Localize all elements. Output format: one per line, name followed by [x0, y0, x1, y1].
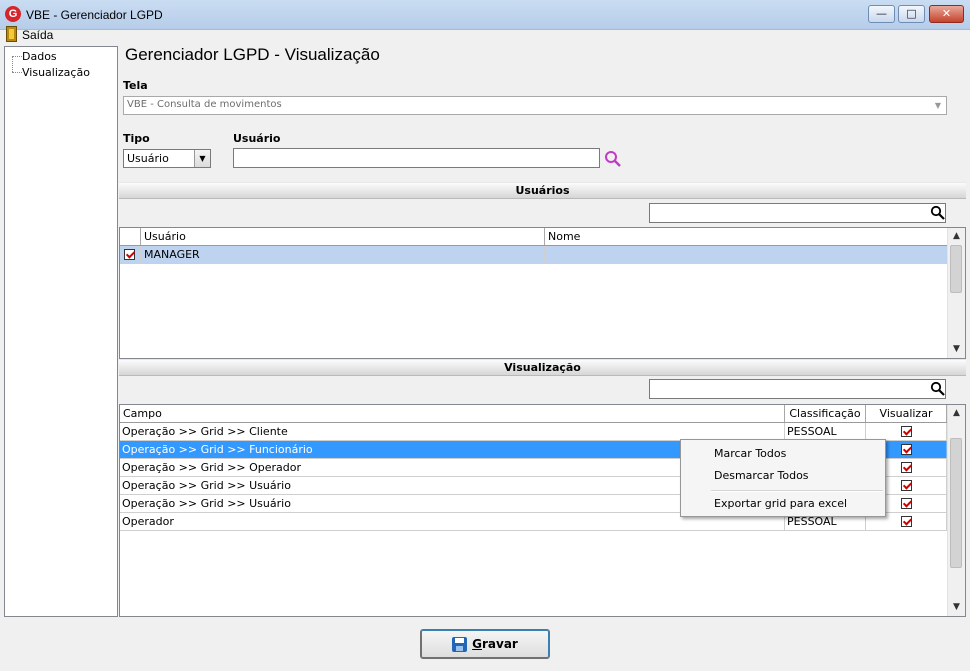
- row-select-cell[interactable]: [120, 246, 141, 263]
- view-section-header: Visualização: [119, 359, 966, 376]
- save-button-label: Gravar: [472, 637, 518, 651]
- checkbox-checked[interactable]: [901, 444, 912, 455]
- tree-connector: [12, 56, 22, 57]
- context-menu-separator: [711, 490, 883, 492]
- checkbox-checked[interactable]: [901, 426, 912, 437]
- exit-door-icon: [6, 26, 17, 42]
- checkbox-checked[interactable]: [901, 480, 912, 491]
- view-filter-input[interactable]: [649, 379, 946, 399]
- app-logo-icon: G: [5, 6, 21, 22]
- tipo-label: Tipo: [123, 132, 150, 145]
- visualizar-cell[interactable]: [866, 423, 947, 440]
- search-icon[interactable]: [930, 381, 946, 397]
- checkbox-checked[interactable]: [901, 516, 912, 527]
- chevron-down-icon[interactable]: ▼: [930, 97, 946, 114]
- tela-select-value: VBE - Consulta de movimentos: [127, 99, 282, 110]
- checkbox-checked[interactable]: [124, 249, 135, 260]
- minimize-button[interactable]: —: [868, 5, 895, 23]
- column-header-campo[interactable]: Campo: [120, 405, 785, 422]
- scroll-down-icon[interactable]: ▼: [948, 599, 965, 616]
- classificacao-cell: PESSOAL: [785, 423, 866, 440]
- scroll-thumb[interactable]: [950, 438, 962, 568]
- navigation-tree: [4, 46, 118, 617]
- column-header-classificacao[interactable]: Classificação: [785, 405, 866, 422]
- column-header-visualizar[interactable]: Visualizar: [866, 405, 947, 422]
- context-menu-item-exportar-excel[interactable]: Exportar grid para excel: [714, 497, 847, 510]
- maximize-button[interactable]: □: [898, 5, 925, 23]
- table-row[interactable]: MANAGER: [120, 246, 949, 264]
- tree-item-dados[interactable]: Dados: [22, 50, 57, 63]
- context-menu: Marcar Todos Desmarcar Todos Exportar gr…: [680, 439, 886, 517]
- tipo-select[interactable]: Usuário ▼: [123, 149, 211, 168]
- tree-connector: [12, 72, 22, 73]
- floppy-disk-icon: [452, 636, 468, 652]
- scroll-down-icon[interactable]: ▼: [948, 341, 965, 358]
- select-column-header: [120, 228, 141, 245]
- nome-cell: [545, 246, 949, 263]
- tela-select[interactable]: VBE - Consulta de movimentos ▼: [123, 96, 947, 115]
- save-button[interactable]: Gravar: [420, 629, 550, 659]
- tree-item-visualizacao[interactable]: Visualização: [22, 66, 90, 79]
- usuario-cell: MANAGER: [141, 246, 545, 263]
- usuario-input[interactable]: [233, 148, 600, 168]
- checkbox-checked[interactable]: [901, 462, 912, 473]
- tipo-select-value: Usuário: [127, 152, 169, 165]
- tela-label: Tela: [123, 79, 148, 92]
- column-header-usuario[interactable]: Usuário: [141, 228, 545, 245]
- menu-exit[interactable]: Saída: [22, 28, 53, 42]
- users-grid-header: Usuário Nome: [120, 228, 949, 246]
- scroll-thumb[interactable]: [950, 245, 962, 293]
- context-menu-item-desmarcar-todos[interactable]: Desmarcar Todos: [714, 469, 809, 482]
- window-title: VBE - Gerenciador LGPD: [26, 8, 163, 22]
- users-filter-input[interactable]: [649, 203, 946, 223]
- menu-bar: [0, 30, 970, 45]
- close-button[interactable]: ✕: [929, 5, 964, 23]
- tree-connector: [12, 56, 13, 72]
- users-section-header: Usuários: [119, 182, 966, 199]
- usuario-label: Usuário: [233, 132, 281, 145]
- page-title: Gerenciador LGPD - Visualização: [125, 45, 380, 64]
- scroll-up-icon[interactable]: ▲: [948, 228, 965, 245]
- checkbox-checked[interactable]: [901, 498, 912, 509]
- context-menu-item-marcar-todos[interactable]: Marcar Todos: [714, 447, 786, 460]
- users-grid: Usuário Nome MANAGER ▲ ▼: [119, 227, 966, 359]
- view-grid-header: Campo Classificação Visualizar: [120, 405, 949, 423]
- view-grid-scrollbar[interactable]: ▲ ▼: [947, 405, 965, 616]
- campo-cell: Operação >> Grid >> Cliente: [120, 423, 785, 440]
- search-icon[interactable]: [930, 205, 946, 221]
- search-icon[interactable]: [604, 150, 621, 167]
- column-header-nome[interactable]: Nome: [545, 228, 949, 245]
- chevron-down-icon[interactable]: ▼: [194, 150, 210, 167]
- scroll-up-icon[interactable]: ▲: [948, 405, 965, 422]
- users-grid-scrollbar[interactable]: ▲ ▼: [947, 228, 965, 358]
